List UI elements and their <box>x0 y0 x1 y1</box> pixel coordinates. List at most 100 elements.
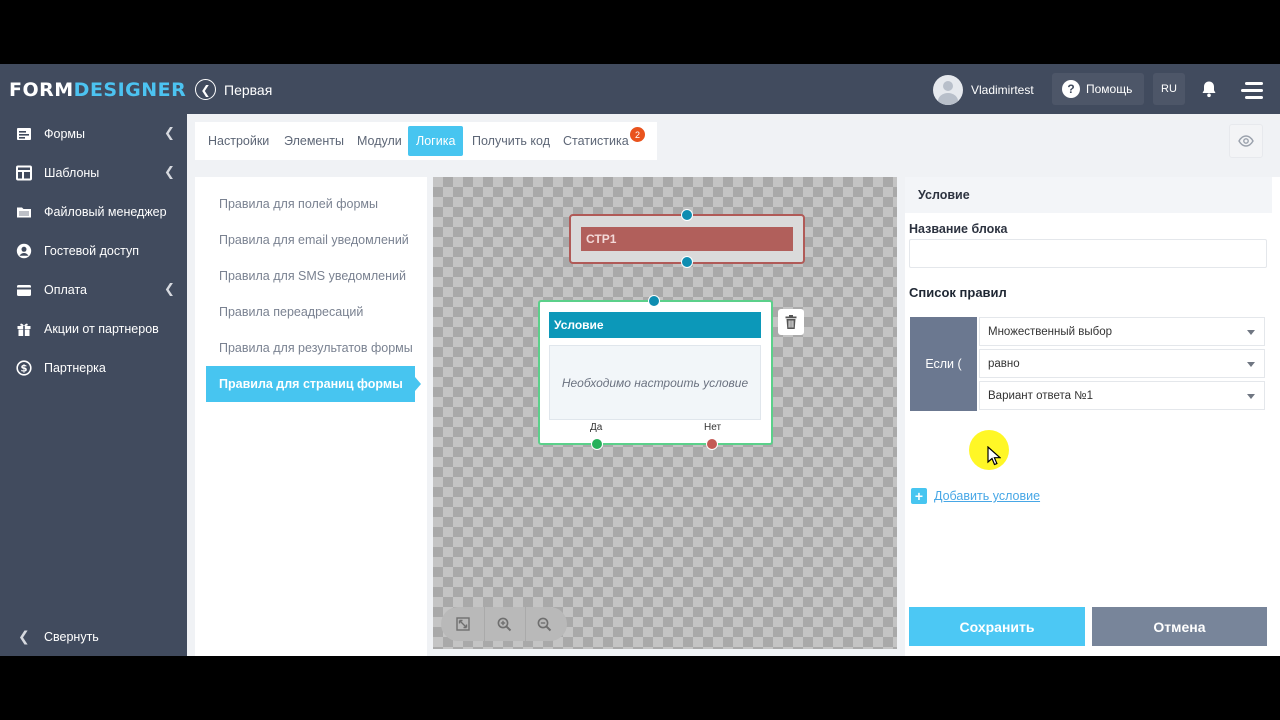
avatar[interactable] <box>933 75 963 105</box>
chevron-left-icon: ❮ <box>200 82 211 97</box>
svg-text:$: $ <box>21 364 28 375</box>
condition-no-port[interactable] <box>706 438 718 450</box>
preview-button[interactable] <box>1229 124 1263 158</box>
help-button[interactable]: ? Помощь <box>1052 73 1144 105</box>
rules-list: Правила для полей формы Правила для emai… <box>195 177 427 656</box>
dollar-icon: $ <box>16 360 32 376</box>
operator-select-value: равно <box>988 357 1020 370</box>
condition-settings-panel: Условие Название блока Список правил Есл… <box>905 177 1280 656</box>
page-node-input-port[interactable] <box>681 209 693 221</box>
condition-node-body: Необходимо настроить условие <box>549 345 761 420</box>
collapse-sidebar-button[interactable]: ❮ Свернуть <box>0 622 187 652</box>
rule-item-sms[interactable]: Правила для SMS уведомлений <box>206 258 415 294</box>
eye-icon <box>1238 135 1254 147</box>
sidebar-item-partner-offers[interactable]: Акции от партнеров <box>0 309 187 348</box>
if-label: Если ( <box>910 317 977 411</box>
tab-settings[interactable]: Настройки <box>200 126 277 156</box>
caret-down-icon <box>1247 362 1255 367</box>
sidebar-item-label: Гостевой доступ <box>44 244 139 258</box>
rule-item-redirects[interactable]: Правила переадресаций <box>206 294 415 330</box>
field-select-value: Множественный выбор <box>988 325 1113 338</box>
logo-text-designer: DESIGNER <box>73 79 187 101</box>
delete-node-button[interactable] <box>778 309 804 335</box>
question-icon: ? <box>1062 80 1080 98</box>
chevron-left-icon: ❮ <box>164 164 175 179</box>
plus-icon: + <box>911 488 927 504</box>
save-button[interactable]: Сохранить <box>909 607 1085 646</box>
fit-screen-icon <box>456 617 470 631</box>
condition-input-port[interactable] <box>648 295 660 307</box>
tab-bar: Настройки Элементы Модули Логика Получит… <box>195 122 657 160</box>
chevron-left-icon: ❮ <box>164 281 175 296</box>
sidebar-item-forms[interactable]: Формы ❮ <box>0 114 187 153</box>
sidebar-item-file-manager[interactable]: Файловый менеджер <box>0 192 187 231</box>
sidebar-item-label: Формы <box>44 127 85 141</box>
operator-select[interactable]: равно <box>979 349 1265 378</box>
rule-item-pages[interactable]: Правила для страниц формы <box>206 366 421 402</box>
sidebar-item-label: Оплата <box>44 283 87 297</box>
tab-elements[interactable]: Элементы <box>276 126 352 156</box>
hamburger-menu-icon[interactable] <box>1241 82 1263 99</box>
sidebar-item-templates[interactable]: Шаблоны ❮ <box>0 153 187 192</box>
cancel-button[interactable]: Отмена <box>1092 607 1267 646</box>
rule-item-form-fields[interactable]: Правила для полей формы <box>206 186 415 222</box>
page-node-label: СТР1 <box>581 227 793 251</box>
chevron-left-icon: ❮ <box>18 628 30 644</box>
rule-item-results[interactable]: Правила для результатов формы <box>206 330 415 366</box>
zoom-in-button[interactable] <box>494 614 514 634</box>
caret-down-icon <box>1247 394 1255 399</box>
user-icon <box>16 243 32 259</box>
statistics-badge: 2 <box>630 127 645 142</box>
sidebar: Формы ❮ Шаблоны ❮ Файловый менеджер Гост… <box>0 114 187 656</box>
top-bar: FORMDESIGNER ❮ Первая Vladimirtest ? Пом… <box>0 64 1280 114</box>
panel-header: Условие <box>905 177 1272 213</box>
logo-text-form: FORM <box>9 79 74 101</box>
gift-icon <box>17 323 31 336</box>
tab-statistics[interactable]: Статистика <box>555 126 637 156</box>
page-node-output-port[interactable] <box>681 256 693 268</box>
zoom-in-icon <box>497 617 511 631</box>
sidebar-item-guest-access[interactable]: Гостевой доступ <box>0 231 187 270</box>
sidebar-item-label: Партнерка <box>44 361 106 375</box>
help-label: Помощь <box>1086 82 1133 96</box>
logo[interactable]: FORMDESIGNER <box>9 79 186 101</box>
add-condition-label: Добавить условие <box>934 489 1041 503</box>
page-title: Первая <box>224 82 273 98</box>
zoom-out-icon <box>537 617 551 631</box>
sidebar-item-payment[interactable]: Оплата ❮ <box>0 270 187 309</box>
chevron-left-icon: ❮ <box>164 125 175 140</box>
rule-item-email[interactable]: Правила для email уведомлений <box>206 222 415 258</box>
block-name-input[interactable] <box>909 239 1267 268</box>
condition-yes-port[interactable] <box>591 438 603 450</box>
add-condition-link[interactable]: + Добавить условие <box>911 488 1040 504</box>
wallet-icon <box>17 285 31 296</box>
value-select-value: Вариант ответа №1 <box>988 389 1093 402</box>
templates-icon <box>16 165 32 181</box>
tab-get-code[interactable]: Получить код <box>464 126 558 156</box>
tab-modules[interactable]: Модули <box>349 126 410 156</box>
caret-down-icon <box>1247 330 1255 335</box>
collapse-label: Свернуть <box>44 630 99 644</box>
folder-icon <box>17 207 31 218</box>
bell-icon[interactable] <box>1200 80 1218 98</box>
no-label: Нет <box>704 422 722 433</box>
back-button[interactable]: ❮ <box>195 79 216 100</box>
value-select[interactable]: Вариант ответа №1 <box>979 381 1265 410</box>
username[interactable]: Vladimirtest <box>971 83 1034 97</box>
tab-logic[interactable]: Логика <box>408 126 464 156</box>
zoom-out-button[interactable] <box>534 614 554 634</box>
sidebar-item-label: Акции от партнеров <box>44 322 159 336</box>
sidebar-item-label: Шаблоны <box>44 166 100 180</box>
rules-list-title: Список правил <box>909 285 1007 300</box>
logic-canvas[interactable]: СТР1 Условие Необходимо настроить услови… <box>433 177 897 649</box>
sidebar-item-affiliate[interactable]: $ Партнерка <box>0 348 187 387</box>
forms-icon <box>17 128 31 140</box>
sidebar-item-label: Файловый менеджер <box>44 205 167 219</box>
fit-screen-button[interactable] <box>453 614 473 634</box>
condition-node-title: Условие <box>549 312 761 338</box>
language-button[interactable]: RU <box>1153 73 1185 105</box>
trash-icon <box>785 315 797 329</box>
zoom-controls <box>441 607 567 641</box>
field-select[interactable]: Множественный выбор <box>979 317 1265 346</box>
condition-node[interactable]: Условие Необходимо настроить условие Да … <box>538 300 773 445</box>
